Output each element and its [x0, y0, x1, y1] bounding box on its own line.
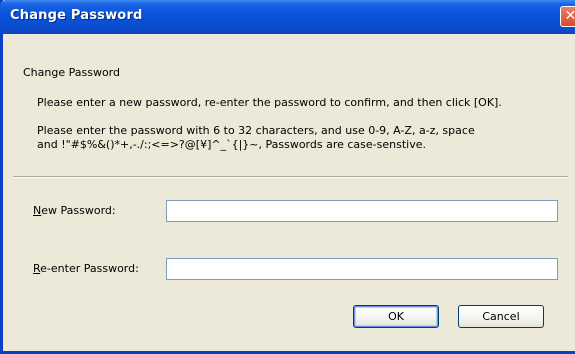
ok-button[interactable]: OK [353, 305, 439, 328]
password-rules-line-2: and !"#$%&()*+,-./:;<=>?@[¥]^_`{|}~, Pas… [37, 138, 426, 151]
cancel-button[interactable]: Cancel [458, 305, 544, 328]
separator [13, 176, 568, 178]
window-title: Change Password [10, 8, 143, 23]
dialog-heading: Change Password [23, 66, 120, 79]
new-password-label-accelerator: N [33, 204, 42, 217]
close-icon[interactable]: ✕ [560, 6, 575, 27]
password-rules-text: Please enter the password with 6 to 32 c… [37, 124, 557, 152]
new-password-label: New Password: [33, 204, 116, 217]
new-password-input[interactable] [166, 200, 558, 222]
reenter-password-label-text: e-enter Password: [40, 262, 139, 275]
title-bar[interactable]: Change Password ✕ [0, 0, 575, 34]
password-rules-line-1: Please enter the password with 6 to 32 c… [37, 124, 475, 137]
reenter-password-input[interactable] [166, 258, 558, 280]
change-password-dialog: Change Password ✕ Change Password Please… [0, 0, 575, 354]
new-password-label-text: ew Password: [41, 204, 116, 217]
instruction-text: Please enter a new password, re-enter th… [37, 96, 502, 109]
reenter-password-label: Re-enter Password: [33, 262, 139, 275]
